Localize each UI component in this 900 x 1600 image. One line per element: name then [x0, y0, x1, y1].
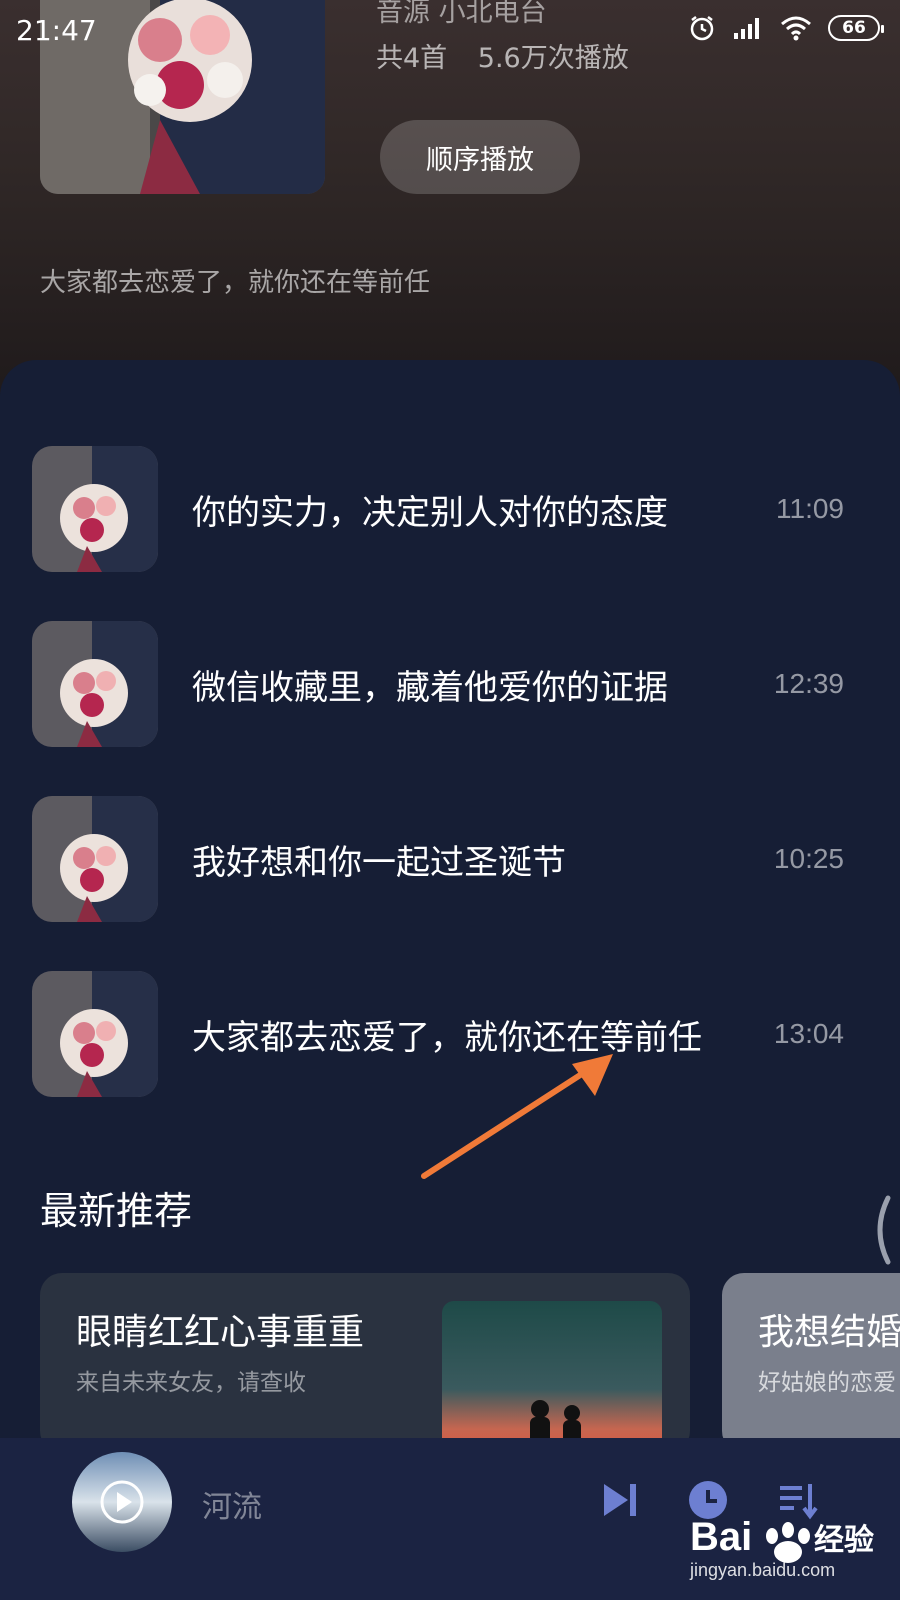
album-description: 大家都去恋爱了，就你还在等前任	[40, 268, 431, 298]
refresh-icon[interactable]	[870, 1190, 900, 1270]
recommend-card-title: 眼睛红红心事重重	[76, 1312, 365, 1353]
track-duration: 10:25	[773, 843, 844, 874]
track-thumbnail	[32, 796, 158, 922]
current-track-title: 河流	[202, 1490, 262, 1525]
track-row[interactable]: 大家都去恋爱了，就你还在等前任 13:04	[32, 971, 872, 1097]
track-thumbnail	[32, 446, 158, 572]
track-row[interactable]: 我好想和你一起过圣诞节 10:25	[32, 796, 872, 922]
album-stats: 共4首 5.6万次播放	[376, 36, 651, 75]
track-thumbnail	[32, 971, 158, 1097]
recommend-card[interactable]: 我想结婚 好姑娘的恋爱	[722, 1273, 900, 1453]
sequential-play-button[interactable]: 顺序播放	[380, 120, 580, 194]
track-title: 你的实力，决定别人对你的态度	[192, 492, 668, 533]
status-time: 21:47	[16, 14, 97, 47]
recommend-card-image	[442, 1301, 662, 1453]
alarm-icon	[690, 16, 714, 41]
play-count: 5.6万次播放	[477, 43, 629, 74]
track-row[interactable]: 微信收藏里，藏着他爱你的证据 12:39	[32, 621, 872, 747]
track-duration: 11:09	[776, 493, 844, 524]
recommend-card-subtitle: 来自未来女友，请查收	[76, 1370, 306, 1396]
track-duration: 13:04	[773, 1018, 844, 1049]
svg-text:Bai: Bai	[690, 1515, 752, 1559]
album-source: 音源 小北电台	[376, 0, 547, 28]
signal-icon	[734, 18, 759, 39]
track-title: 我好想和你一起过圣诞节	[192, 842, 566, 883]
track-thumbnail	[32, 621, 158, 747]
track-count: 共4首	[376, 43, 448, 74]
recommend-card[interactable]: 眼睛红红心事重重 来自未来女友，请查收	[40, 1273, 690, 1453]
svg-text:经验: 经验	[814, 1523, 874, 1558]
recommend-card-title: 我想结婚	[758, 1312, 900, 1353]
next-icon[interactable]	[598, 1478, 642, 1522]
track-row[interactable]: 你的实力，决定别人对你的态度 11:09	[32, 446, 872, 572]
track-duration: 12:39	[773, 668, 844, 699]
recommend-card-subtitle: 好姑娘的恋爱	[758, 1370, 896, 1396]
section-title-latest: 最新推荐	[40, 1189, 193, 1233]
track-title: 大家都去恋爱了，就你还在等前任	[192, 1017, 702, 1058]
wifi-icon	[781, 16, 811, 41]
track-title: 微信收藏里，藏着他爱你的证据	[192, 667, 668, 708]
watermark-url: jingyan.baidu.com	[690, 1560, 836, 1580]
battery-indicator: 66	[828, 15, 884, 41]
mini-player-cover[interactable]	[72, 1452, 172, 1552]
